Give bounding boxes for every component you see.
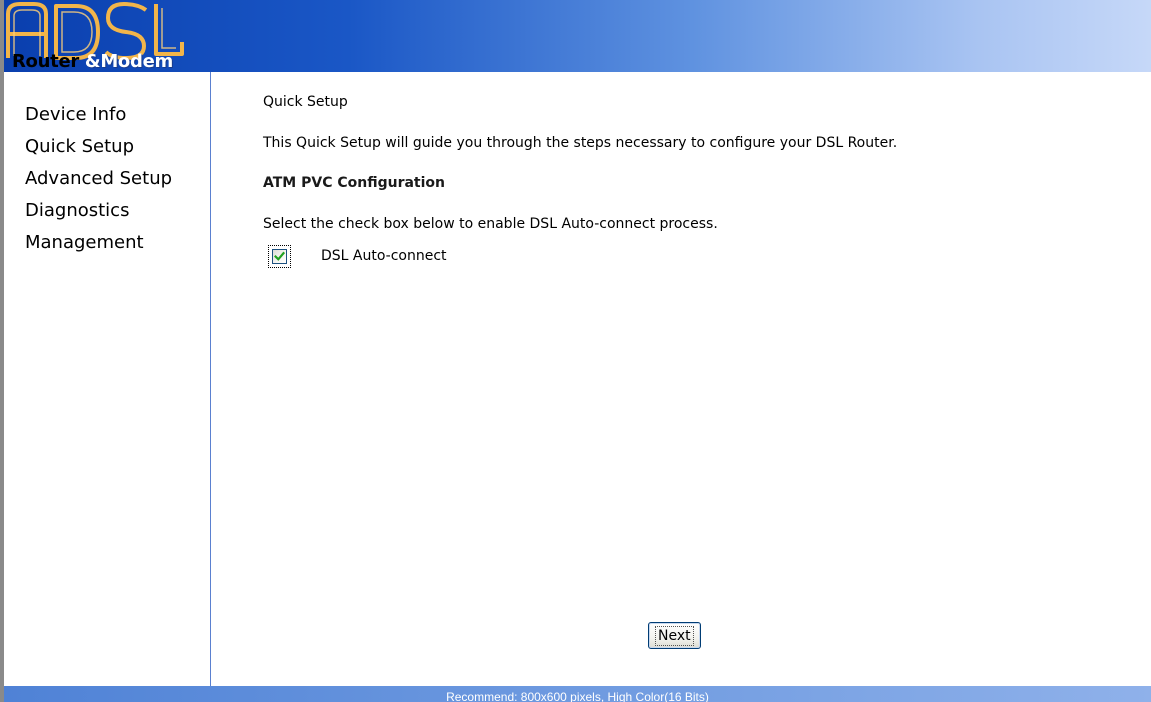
footer-bar: Recommend: 800x600 pixels, High Color(16… [4,686,1151,702]
auto-connect-row: DSL Auto-connect [268,242,447,270]
logo-word-ampersand: & [84,51,101,72]
header-banner: Router &Modem [4,0,1151,72]
logo-word-modem: Modem [100,51,173,72]
next-button-label: Next [655,625,694,646]
checkbox-box [272,248,287,264]
sidebar-item-device-info[interactable]: Device Info [25,99,172,131]
page: Router &Modem Device Info Quick Setup Ad… [0,0,1151,702]
logo-word-router: Router [12,51,79,72]
sidebar-nav: Device Info Quick Setup Advanced Setup D… [25,99,172,259]
intro-text: This Quick Setup will guide you through … [263,135,898,151]
next-button[interactable]: Next [648,622,701,649]
main-content: Quick Setup This Quick Setup will guide … [211,72,1151,686]
instruction-text: Select the check box below to enable DSL… [263,216,718,232]
adsl-logo: Router &Modem [4,0,210,72]
logo-caption: Router &Modem [12,52,173,72]
sidebar-item-diagnostics[interactable]: Diagnostics [25,195,172,227]
sidebar-item-quick-setup[interactable]: Quick Setup [25,131,172,163]
footer-text: Recommend: 800x600 pixels, High Color(16… [446,690,709,702]
sidebar-item-management[interactable]: Management [25,227,172,259]
sidebar: Device Info Quick Setup Advanced Setup D… [4,72,211,686]
sidebar-item-advanced-setup[interactable]: Advanced Setup [25,163,172,195]
section-title: ATM PVC Configuration [263,175,445,191]
auto-connect-checkbox[interactable] [268,244,291,268]
page-title: Quick Setup [263,94,348,110]
auto-connect-label: DSL Auto-connect [321,248,447,264]
checkmark-icon [274,251,285,261]
